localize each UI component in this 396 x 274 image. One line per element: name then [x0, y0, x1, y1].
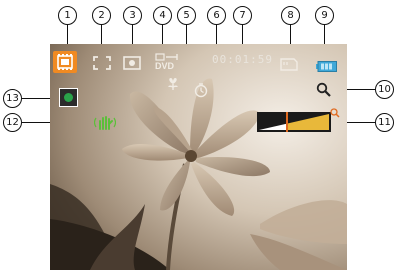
zoom-bar — [257, 108, 340, 132]
remaining-time-readout: 00:01:59 — [212, 53, 273, 66]
leader-line-11 — [345, 122, 375, 123]
anti-shake-icon — [93, 114, 117, 130]
preview-photo — [50, 44, 347, 270]
video-format-label: DVD — [155, 61, 175, 71]
callout-10: 10 — [375, 80, 394, 99]
metering-icon — [123, 55, 141, 70]
callout-1: 1 — [58, 6, 77, 25]
focus-area-icon — [93, 55, 111, 70]
record-status-icon — [59, 88, 78, 107]
callout-9: 9 — [315, 6, 334, 25]
callout-3: 3 — [123, 6, 142, 25]
camera-lcd-screen: DVD 00:01:59 — [50, 44, 347, 270]
callout-11: 11 — [375, 113, 394, 132]
callout-8: 8 — [281, 6, 300, 25]
callout-6: 6 — [207, 6, 226, 25]
video-mode-icon[interactable] — [53, 51, 77, 73]
callout-4: 4 — [153, 6, 172, 25]
callout-12: 12 — [3, 113, 22, 132]
callout-2: 2 — [92, 6, 111, 25]
zoom-magnifier-icon — [316, 82, 331, 97]
callout-13: 13 — [3, 89, 22, 108]
memory-card-icon — [280, 56, 298, 71]
callout-7: 7 — [233, 6, 252, 25]
battery-icon — [316, 57, 337, 72]
callout-5: 5 — [177, 6, 196, 25]
self-timer-icon — [193, 82, 209, 98]
macro-icon — [166, 76, 180, 90]
video-resolution-icon: DVD — [155, 53, 181, 71]
